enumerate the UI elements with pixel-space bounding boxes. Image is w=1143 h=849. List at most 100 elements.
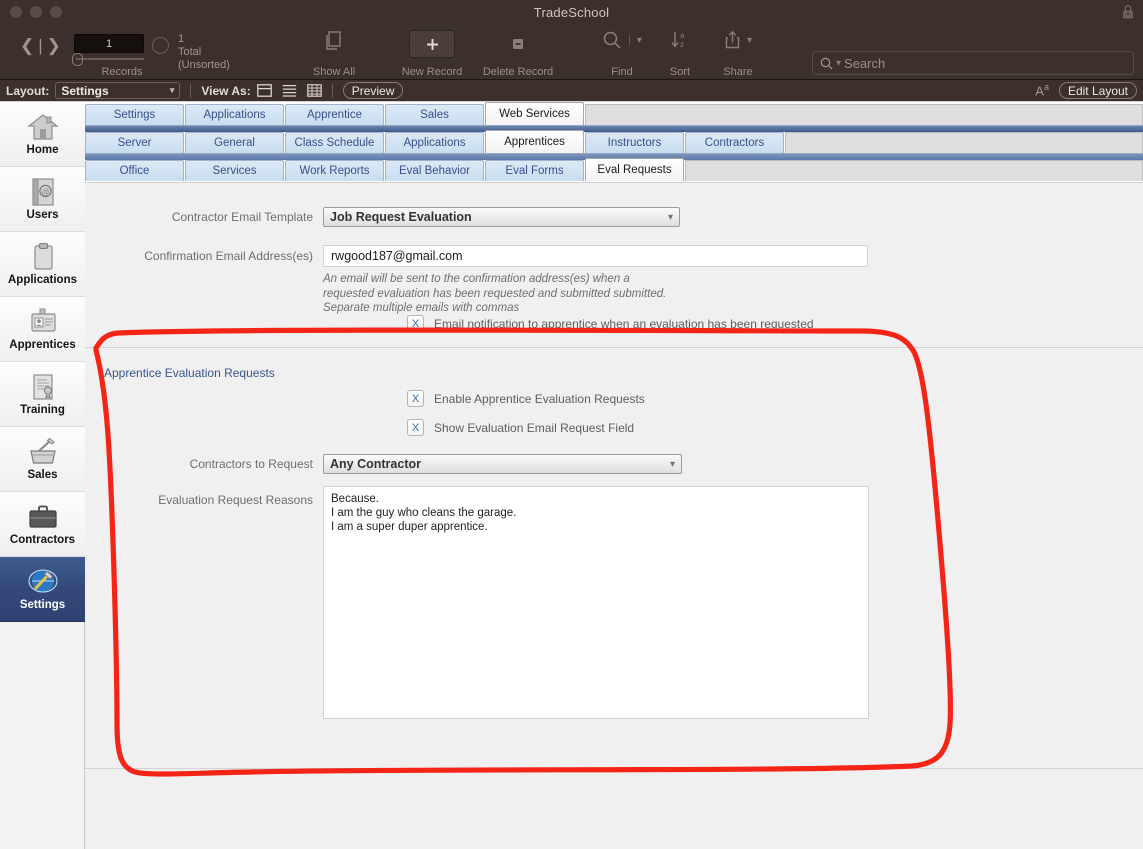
form-view-icon[interactable]	[256, 84, 272, 97]
tab-applications[interactable]: Applications	[185, 104, 284, 125]
contractor-email-template-select[interactable]: Job Request Evaluation ▾	[323, 207, 680, 227]
tab-label: Class Schedule	[294, 137, 375, 149]
record-number-field[interactable]: 1	[74, 34, 144, 53]
record-slider-knob[interactable]	[72, 53, 83, 66]
form-panel: Contractor Email Template Job Request Ev…	[85, 182, 1143, 849]
tab-contractors[interactable]: Contractors	[685, 132, 784, 153]
tab-eval-forms[interactable]: Eval Forms	[485, 160, 584, 181]
sidebar-item-sales[interactable]: Sales	[0, 427, 85, 492]
tab-label: Office	[119, 165, 150, 177]
sidebar-item-applications[interactable]: Applications	[0, 232, 85, 297]
enable-requests-label: Enable Apprentice Evaluation Requests	[434, 391, 645, 406]
tab-office[interactable]: Office	[85, 160, 184, 181]
bottom-divider	[85, 768, 1143, 769]
tab-label: Settings	[113, 109, 156, 121]
records-label: Records	[101, 66, 143, 78]
contractor-email-template-label: Contractor Email Template	[171, 210, 313, 224]
find-group[interactable]: | ▾ Find	[592, 24, 652, 80]
sort-label: Sort	[669, 66, 691, 78]
search-chevron-down-icon[interactable]: ▾	[836, 58, 841, 69]
tab-eval-behavior[interactable]: Eval Behavior	[385, 160, 484, 181]
search-input[interactable]: ▾ Search	[812, 51, 1134, 75]
tab-apprentice[interactable]: Apprentice	[285, 104, 384, 125]
sort-az-icon[interactable]: a z	[669, 30, 691, 50]
delete-record-button[interactable]	[495, 30, 541, 58]
sidebar-item-label: Settings	[19, 599, 66, 611]
tab-server[interactable]: Server	[85, 132, 184, 153]
confirmation-email-field[interactable]: rwgood187@gmail.com	[323, 245, 868, 267]
prev-record-button[interactable]: ❮	[20, 36, 34, 56]
tab-applications-2[interactable]: Applications	[385, 132, 484, 153]
enable-requests-checkbox-row[interactable]: X Enable Apprentice Evaluation Requests	[407, 390, 645, 407]
pie-chart-icon[interactable]	[152, 37, 169, 54]
minus-icon	[513, 39, 523, 49]
table-view-icon[interactable]	[306, 84, 322, 97]
list-view-icon[interactable]	[282, 84, 297, 97]
sidebar-item-contractors[interactable]: Contractors	[0, 492, 85, 557]
tab-general[interactable]: General	[185, 132, 284, 153]
show-email-field-label: Show Evaluation Email Request Field	[434, 420, 635, 435]
sidebar-item-training[interactable]: Training	[0, 362, 85, 427]
view-as-label: View As:	[201, 83, 251, 98]
next-record-button[interactable]: ❯	[47, 36, 61, 56]
contractors-to-request-select[interactable]: Any Contractor ▾	[323, 454, 682, 474]
preview-button[interactable]: Preview	[342, 82, 404, 99]
sidebar-item-home[interactable]: Home	[0, 102, 85, 167]
house-icon	[26, 114, 59, 140]
email-notification-checkbox-row[interactable]: X Email notification to apprentice when …	[407, 315, 814, 332]
text-size-icon[interactable]: Aa	[1035, 82, 1049, 98]
new-record-button[interactable]	[409, 30, 455, 58]
email-notification-label: Email notification to apprentice when an…	[434, 316, 814, 331]
tab-web-services[interactable]: Web Services	[485, 102, 584, 125]
tab-work-reports[interactable]: Work Reports	[285, 160, 384, 181]
lock-icon[interactable]	[1121, 4, 1135, 20]
record-slider[interactable]	[72, 53, 144, 66]
show-email-field-checkbox[interactable]: X	[407, 419, 424, 436]
sidebar-item-label: Applications	[7, 274, 77, 286]
tab-eval-requests[interactable]: Eval Requests	[585, 158, 684, 181]
find-label: Find	[611, 66, 633, 78]
share-chevron-down-icon[interactable]: ▾	[747, 35, 752, 46]
records-group: ❮ | ❯ 1 1 Total (Unsorted) Records	[12, 24, 230, 80]
tab-label: Eval Forms	[505, 165, 564, 177]
show-email-field-checkbox-row[interactable]: X Show Evaluation Email Request Field	[407, 419, 634, 436]
plus-icon	[426, 38, 438, 50]
tab-class-schedule[interactable]: Class Schedule	[285, 132, 384, 153]
sidebar-item-label: Home	[26, 144, 59, 156]
layout-bar: Layout: Settings ▾ View As: Preview Aa E…	[0, 80, 1143, 102]
email-notification-checkbox[interactable]: X	[407, 315, 424, 332]
tab-label: Applications	[203, 109, 266, 121]
tab-row-2-filler	[785, 132, 1143, 153]
delete-record-group[interactable]: Delete Record	[476, 24, 560, 80]
new-record-group[interactable]: New Record	[390, 24, 474, 80]
share-group[interactable]: ▾ Share	[708, 24, 768, 80]
record-count-value: 1	[178, 33, 185, 45]
basket-icon	[29, 437, 56, 464]
sidebar-item-label: Users	[26, 209, 59, 221]
layout-select[interactable]: Settings ▾	[55, 82, 181, 99]
tab-instructors[interactable]: Instructors	[585, 132, 684, 153]
sidebar-item-users[interactable]: @ Users	[0, 167, 85, 232]
contractors-to-request-label: Contractors to Request	[189, 457, 313, 471]
find-chevron-down-icon[interactable]: ▾	[637, 35, 642, 46]
tab-label: Eval Behavior	[399, 165, 470, 177]
new-record-label: New Record	[401, 66, 463, 78]
evaluation-request-reasons-field[interactable]: Because. I am the guy who cleans the gar…	[323, 486, 869, 719]
tab-sales[interactable]: Sales	[385, 104, 484, 125]
edit-layout-button[interactable]: Edit Layout	[1058, 82, 1137, 99]
stack-icon[interactable]	[324, 30, 344, 52]
contractor-email-template-row: Contractor Email Template Job Request Ev…	[85, 207, 685, 227]
show-all-group[interactable]: Show All	[305, 24, 363, 80]
search-placeholder: Search	[844, 55, 886, 71]
tab-services[interactable]: Services	[185, 160, 284, 181]
svg-text:z: z	[680, 40, 684, 49]
sidebar-item-settings[interactable]: Settings	[0, 557, 85, 622]
share-icon[interactable]	[724, 30, 741, 50]
edit-layout-label: Edit Layout	[1067, 83, 1128, 98]
sidebar-item-apprentices[interactable]: Apprentices	[0, 297, 85, 362]
tab-settings[interactable]: Settings	[85, 104, 184, 125]
tab-apprentices[interactable]: Apprentices	[485, 130, 584, 153]
sort-group[interactable]: a z Sort	[650, 24, 710, 80]
enable-requests-checkbox[interactable]: X	[407, 390, 424, 407]
magnifier-icon[interactable]	[602, 30, 622, 50]
